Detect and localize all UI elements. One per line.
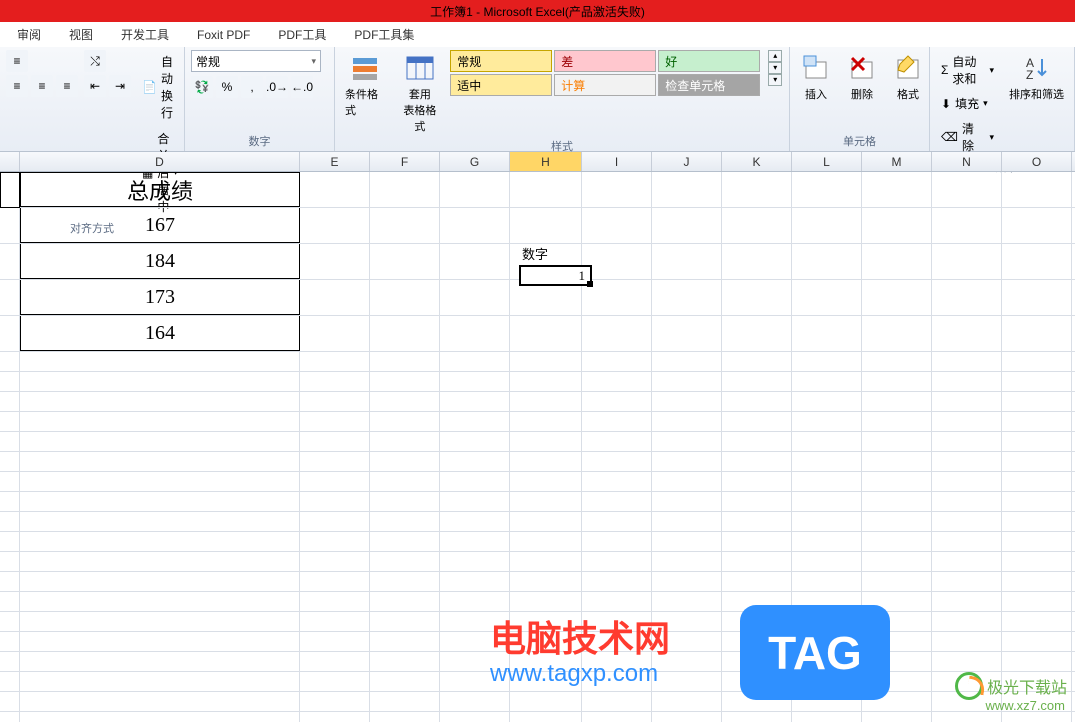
column-headers: DEFGHIJKLMNO <box>0 152 1075 172</box>
group-label-cells: 单元格 <box>796 131 923 149</box>
cond-format-icon <box>349 52 381 84</box>
sort-icon: AZ <box>1021 52 1053 84</box>
orientation-icon[interactable]: ⤭ <box>84 50 106 72</box>
increase-decimal-icon[interactable]: .0→ <box>266 76 288 98</box>
indent-inc-icon[interactable]: ⇥ <box>109 75 131 97</box>
col-header-I[interactable]: I <box>582 152 652 171</box>
col-header-corner[interactable] <box>0 152 20 171</box>
table-format-button[interactable]: 套用 表格格式 <box>396 50 445 136</box>
fill-icon: ⬇ <box>941 97 951 111</box>
group-alignment: ≡ ≡ ≡ ≡ ⤭ ⇤ ⇥ 📄 自动换 <box>0 47 185 151</box>
wrap-icon: 📄 <box>142 80 157 94</box>
indent-dec-icon[interactable]: ⇤ <box>84 75 106 97</box>
window-title: 工作簿1 - Microsoft Excel(产品激活失败) <box>430 3 645 20</box>
align-right-icon[interactable]: ≡ <box>56 75 78 97</box>
style-bad[interactable]: 差 <box>554 50 656 72</box>
cond-format-label: 条件格式 <box>345 86 386 118</box>
col-header-E[interactable]: E <box>300 152 370 171</box>
group-label-number: 数字 <box>191 131 328 149</box>
wrap-label: 自动换行 <box>161 53 178 121</box>
format-label: 格式 <box>897 86 919 102</box>
table-format-icon <box>404 52 436 84</box>
watermark-site2-url: www.xz7.com <box>986 698 1065 713</box>
align-center-icon[interactable]: ≡ <box>31 75 53 97</box>
col-header-N[interactable]: N <box>932 152 1002 171</box>
comma-icon[interactable]: , <box>241 76 263 98</box>
wrap-text-button[interactable]: 📄 自动换行 <box>137 50 183 124</box>
watermark-site1-url: www.tagxp.com <box>490 660 658 688</box>
group-editing: Σ自动求和▾ ⬇填充▾ ⌫清除▾ AZ 排序和筛选 编辑 <box>930 47 1075 151</box>
col-header-G[interactable]: G <box>440 152 510 171</box>
decrease-decimal-icon[interactable]: ←.0 <box>291 76 313 98</box>
format-icon <box>892 52 924 84</box>
style-check[interactable]: 检查单元格 <box>658 74 760 96</box>
ribbon: ≡ ≡ ≡ ≡ ⤭ ⇤ ⇥ 📄 自动换 <box>0 47 1075 152</box>
align-left-icon[interactable]: ≡ <box>6 75 28 97</box>
align-top-icon[interactable]: ≡ <box>6 50 28 72</box>
gallery-up-icon[interactable]: ▴ <box>768 50 782 62</box>
style-neutral[interactable]: 适中 <box>450 74 552 96</box>
eraser-icon: ⌫ <box>941 130 958 144</box>
group-cells: 插入 删除 格式 单元格 <box>790 47 930 151</box>
style-gallery-scroll: ▴ ▾ ▾ <box>768 50 783 86</box>
clear-button[interactable]: ⌫清除▾ <box>936 117 999 157</box>
sort-label: 排序和筛选 <box>1009 86 1064 102</box>
tab-view[interactable]: 视图 <box>55 22 107 47</box>
style-normal[interactable]: 常规 <box>450 50 552 72</box>
gallery-more-icon[interactable]: ▾ <box>768 74 782 86</box>
group-styles: 条件格式 套用 表格格式 常规 差 好 适中 计算 检查单元格 <box>335 47 790 151</box>
delete-icon <box>846 52 878 84</box>
group-number: 常规 ▾ 💱 % , .0→ ←.0 数字 <box>185 47 335 151</box>
svg-text:Z: Z <box>1026 68 1033 82</box>
number-format-combo[interactable]: 常规 ▾ <box>191 50 321 72</box>
col-header-O[interactable]: O <box>1002 152 1072 171</box>
style-calc[interactable]: 计算 <box>554 74 656 96</box>
fill-button[interactable]: ⬇填充▾ <box>936 92 999 115</box>
tab-pdftool[interactable]: PDF工具 <box>264 22 340 47</box>
title-bar: 工作簿1 - Microsoft Excel(产品激活失败) <box>0 0 1075 22</box>
col-header-J[interactable]: J <box>652 152 722 171</box>
number-format-value: 常规 <box>196 53 220 70</box>
col-header-K[interactable]: K <box>722 152 792 171</box>
tab-dev[interactable]: 开发工具 <box>107 22 183 47</box>
col-header-L[interactable]: L <box>792 152 862 171</box>
cell-label-number: 数字 <box>522 244 548 263</box>
sort-filter-button[interactable]: AZ 排序和筛选 <box>1005 50 1068 104</box>
watermark-site2: 极光下载站 <box>955 672 1067 700</box>
gallery-down-icon[interactable]: ▾ <box>768 62 782 74</box>
delete-label: 删除 <box>851 86 873 102</box>
tab-foxit[interactable]: Foxit PDF <box>183 24 264 46</box>
delete-button[interactable]: 删除 <box>842 50 882 104</box>
table-format-label: 套用 表格格式 <box>400 86 441 134</box>
insert-icon <box>800 52 832 84</box>
col-header-D[interactable]: D <box>20 152 300 171</box>
col-header-H[interactable]: H <box>510 152 582 171</box>
cell-styles-gallery: 常规 差 好 适中 计算 检查单元格 <box>450 50 760 96</box>
conditional-format-button[interactable]: 条件格式 <box>341 50 390 120</box>
col-header-M[interactable]: M <box>862 152 932 171</box>
autosum-button[interactable]: Σ自动求和▾ <box>936 50 999 90</box>
ribbon-tabs: 审阅 视图 开发工具 Foxit PDF PDF工具 PDF工具集 <box>0 22 1075 47</box>
style-good[interactable]: 好 <box>658 50 760 72</box>
percent-icon[interactable]: % <box>216 76 238 98</box>
site2-logo-icon <box>955 672 983 700</box>
sigma-icon: Σ <box>941 63 948 77</box>
chevron-down-icon: ▾ <box>311 56 316 67</box>
watermark-site1: 电脑技术网 <box>490 610 670 662</box>
tab-pdftoolset[interactable]: PDF工具集 <box>340 22 428 47</box>
watermark-tag: TAG <box>740 605 890 700</box>
format-button[interactable]: 格式 <box>888 50 928 104</box>
insert-button[interactable]: 插入 <box>796 50 836 104</box>
tab-review[interactable]: 审阅 <box>3 22 55 47</box>
col-header-F[interactable]: F <box>370 152 440 171</box>
insert-label: 插入 <box>805 86 827 102</box>
currency-icon[interactable]: 💱 <box>191 76 213 98</box>
